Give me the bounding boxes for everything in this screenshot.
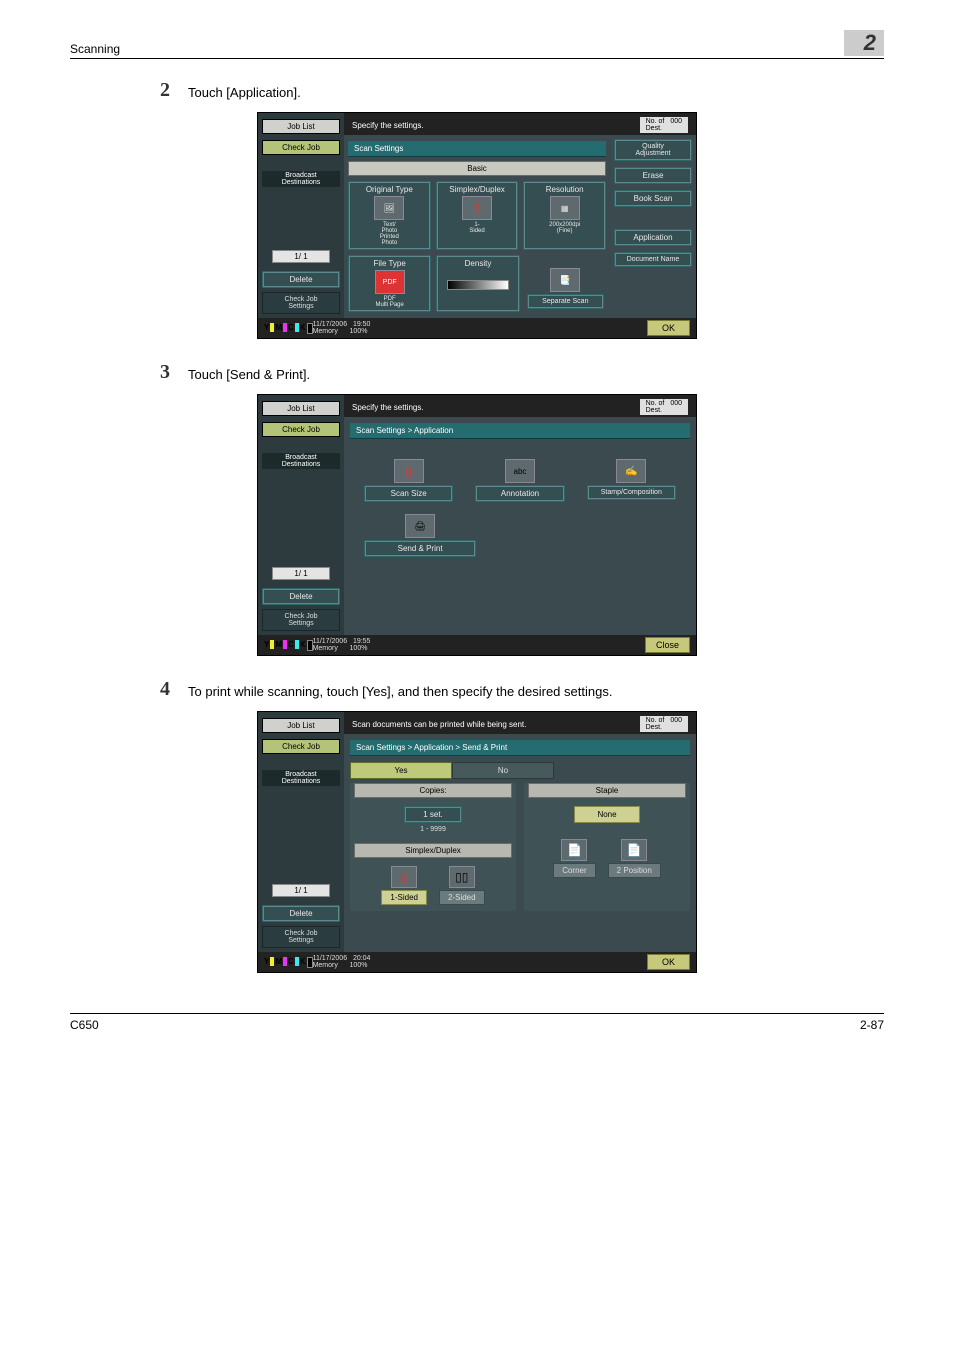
header-section-title: Scanning bbox=[70, 42, 120, 56]
delete-button[interactable]: Delete bbox=[262, 905, 340, 922]
step-text: Touch [Send & Print]. bbox=[188, 361, 884, 384]
send-and-print-button[interactable]: Send & Print bbox=[364, 540, 476, 557]
screenshot-application-menu: Job List Check Job Broadcast Destination… bbox=[257, 394, 697, 656]
step-number: 2 bbox=[70, 79, 188, 102]
job-list-button[interactable]: Job List bbox=[262, 718, 340, 733]
pager: 1/ 1 bbox=[272, 884, 330, 897]
resolution-button[interactable]: Resolution ▦ 200x200dpi (Fine) bbox=[523, 181, 606, 250]
broadcast-destinations-label: Broadcast Destinations bbox=[262, 171, 340, 187]
footer-model: C650 bbox=[70, 1018, 99, 1032]
ok-button[interactable]: OK bbox=[647, 954, 690, 970]
application-button[interactable]: Application bbox=[614, 229, 692, 246]
dest-count: No. of Dest.000 bbox=[640, 716, 688, 732]
check-job-button[interactable]: Check Job bbox=[262, 422, 340, 437]
header-chapter-number: 2 bbox=[844, 30, 884, 56]
toner-levels: Y M C K bbox=[264, 957, 313, 968]
ok-button[interactable]: OK bbox=[647, 320, 690, 336]
file-type-button[interactable]: File Type PDF PDF Multi Page bbox=[348, 255, 431, 312]
check-job-button[interactable]: Check Job bbox=[262, 739, 340, 754]
panel-title: Specify the settings. bbox=[352, 403, 424, 412]
panel-title: Specify the settings. bbox=[352, 121, 424, 130]
annotation-button[interactable]: Annotation bbox=[475, 485, 564, 502]
stamp-composition-button[interactable]: Stamp/Composition bbox=[587, 485, 676, 500]
delete-button[interactable]: Delete bbox=[262, 271, 340, 288]
step-text: Touch [Application]. bbox=[188, 79, 884, 102]
toner-levels: Y M C K bbox=[264, 640, 313, 651]
tab-basic[interactable]: Basic bbox=[348, 161, 606, 176]
check-job-button[interactable]: Check Job bbox=[262, 140, 340, 155]
delete-button[interactable]: Delete bbox=[262, 588, 340, 605]
broadcast-destinations-label: Broadcast Destinations bbox=[262, 453, 340, 469]
simplex-duplex-button[interactable]: Simplex/Duplex ▯ 1- Sided bbox=[436, 181, 519, 250]
dest-count: No. of Dest.000 bbox=[640, 399, 688, 415]
close-button[interactable]: Close bbox=[645, 637, 690, 653]
screenshot-send-and-print: Job List Check Job Broadcast Destination… bbox=[257, 711, 697, 973]
pager: 1/ 1 bbox=[272, 250, 330, 263]
copies-value[interactable]: 1 set. bbox=[404, 806, 462, 823]
check-job-settings-button[interactable]: Check Job Settings bbox=[262, 926, 340, 948]
staple-corner-button[interactable]: Corner bbox=[553, 863, 595, 878]
check-job-settings-button[interactable]: Check Job Settings bbox=[262, 609, 340, 631]
broadcast-destinations-label: Broadcast Destinations bbox=[262, 770, 340, 786]
staple-label: Staple bbox=[528, 783, 686, 798]
footer-page-number: 2-87 bbox=[860, 1018, 884, 1032]
breadcrumb: Scan Settings > Application bbox=[350, 423, 690, 439]
yes-tab[interactable]: Yes bbox=[350, 762, 452, 779]
step-number: 3 bbox=[70, 361, 188, 384]
density-button[interactable]: Density bbox=[436, 255, 519, 312]
dest-count: No. of Dest.000 bbox=[640, 117, 688, 133]
screenshot-scan-settings: Job List Check Job Broadcast Destination… bbox=[257, 112, 697, 339]
breadcrumb: Scan Settings > Application > Send & Pri… bbox=[350, 740, 690, 756]
copies-range: 1 - 9999 bbox=[354, 826, 512, 833]
job-list-button[interactable]: Job List bbox=[262, 119, 340, 134]
one-sided-button[interactable]: 1-Sided bbox=[381, 890, 427, 905]
job-list-button[interactable]: Job List bbox=[262, 401, 340, 416]
step-number: 4 bbox=[70, 678, 188, 701]
document-name-button[interactable]: Document Name bbox=[614, 252, 692, 267]
toner-levels: Y M C K bbox=[264, 323, 313, 334]
breadcrumb: Scan Settings bbox=[348, 141, 606, 157]
original-type-button[interactable]: Original Type 🖼 Text/ Photo Printed Phot… bbox=[348, 181, 431, 250]
simplex-duplex-label: Simplex/Duplex bbox=[354, 843, 512, 858]
two-sided-button[interactable]: 2-Sided bbox=[439, 890, 485, 905]
panel-title: Scan documents can be printed while bein… bbox=[352, 720, 526, 729]
staple-none-button[interactable]: None bbox=[574, 806, 639, 823]
check-job-settings-button[interactable]: Check Job Settings bbox=[262, 292, 340, 314]
erase-button[interactable]: Erase bbox=[614, 167, 692, 184]
copies-label: Copies: bbox=[354, 783, 512, 798]
pager: 1/ 1 bbox=[272, 567, 330, 580]
separate-scan-button[interactable]: Separate Scan bbox=[527, 294, 604, 309]
quality-adjustment-button[interactable]: Quality Adjustment bbox=[614, 139, 692, 161]
no-tab[interactable]: No bbox=[452, 762, 554, 779]
book-scan-button[interactable]: Book Scan bbox=[614, 190, 692, 207]
scan-size-button[interactable]: Scan Size bbox=[364, 485, 453, 502]
staple-2position-button[interactable]: 2 Position bbox=[608, 863, 661, 878]
step-text: To print while scanning, touch [Yes], an… bbox=[188, 678, 884, 701]
